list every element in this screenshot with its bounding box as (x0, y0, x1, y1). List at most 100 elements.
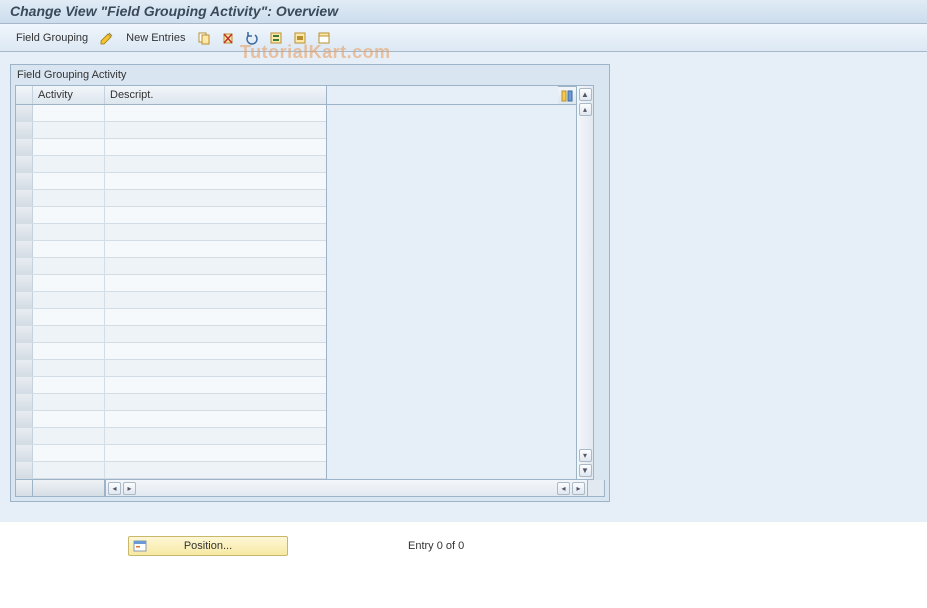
row-selector[interactable] (16, 207, 33, 223)
cell-activity[interactable] (33, 309, 105, 325)
scroll-left-step-icon[interactable]: ▸ (123, 482, 136, 495)
cell-descript[interactable] (105, 360, 326, 376)
scroll-right-icon[interactable]: ▸ (572, 482, 585, 495)
cell-activity[interactable] (33, 292, 105, 308)
row-selector[interactable] (16, 105, 33, 121)
row-selector[interactable] (16, 173, 33, 189)
field-grouping-button[interactable]: Field Grouping (12, 32, 92, 44)
cell-activity[interactable] (33, 411, 105, 427)
table-row[interactable] (16, 360, 326, 377)
undo-icon[interactable] (243, 29, 261, 47)
column-descript[interactable]: Descript. (105, 86, 326, 104)
position-button[interactable]: Position... (128, 536, 288, 556)
cell-descript[interactable] (105, 462, 326, 478)
row-selector[interactable] (16, 156, 33, 172)
row-selector[interactable] (16, 411, 33, 427)
table-row[interactable] (16, 445, 326, 462)
cell-descript[interactable] (105, 241, 326, 257)
table-row[interactable] (16, 139, 326, 156)
copy-icon[interactable] (195, 29, 213, 47)
select-all-icon[interactable] (267, 29, 285, 47)
cell-descript[interactable] (105, 105, 326, 121)
row-selector[interactable] (16, 275, 33, 291)
scroll-down-step-icon[interactable]: ▾ (579, 449, 592, 462)
row-selector[interactable] (16, 326, 33, 342)
cell-activity[interactable] (33, 173, 105, 189)
table-row[interactable] (16, 241, 326, 258)
cell-activity[interactable] (33, 207, 105, 223)
cell-activity[interactable] (33, 190, 105, 206)
cell-activity[interactable] (33, 139, 105, 155)
row-selector[interactable] (16, 428, 33, 444)
column-activity[interactable]: Activity (33, 86, 105, 104)
cell-activity[interactable] (33, 462, 105, 478)
cell-descript[interactable] (105, 173, 326, 189)
cell-activity[interactable] (33, 105, 105, 121)
table-row[interactable] (16, 462, 326, 479)
table-row[interactable] (16, 207, 326, 224)
cell-descript[interactable] (105, 343, 326, 359)
row-selector[interactable] (16, 394, 33, 410)
cell-descript[interactable] (105, 139, 326, 155)
cell-descript[interactable] (105, 292, 326, 308)
cell-activity[interactable] (33, 156, 105, 172)
cell-descript[interactable] (105, 122, 326, 138)
scroll-right-step-icon[interactable]: ◂ (557, 482, 570, 495)
cell-activity[interactable] (33, 445, 105, 461)
cell-descript[interactable] (105, 156, 326, 172)
cell-activity[interactable] (33, 241, 105, 257)
cell-activity[interactable] (33, 377, 105, 393)
table-row[interactable] (16, 122, 326, 139)
cell-descript[interactable] (105, 411, 326, 427)
row-selector-header[interactable] (16, 86, 33, 104)
cell-descript[interactable] (105, 377, 326, 393)
delete-icon[interactable] (219, 29, 237, 47)
row-selector[interactable] (16, 343, 33, 359)
table-row[interactable] (16, 394, 326, 411)
row-selector[interactable] (16, 360, 33, 376)
table-row[interactable] (16, 156, 326, 173)
scroll-left-icon[interactable]: ◂ (108, 482, 121, 495)
row-selector[interactable] (16, 224, 33, 240)
new-entries-button[interactable]: New Entries (122, 32, 189, 44)
cell-descript[interactable] (105, 326, 326, 342)
cell-activity[interactable] (33, 428, 105, 444)
table-row[interactable] (16, 292, 326, 309)
table-row[interactable] (16, 377, 326, 394)
vertical-scrollbar[interactable]: ▲ ▴ ▾ ▼ (577, 85, 594, 480)
row-selector[interactable] (16, 309, 33, 325)
cell-descript[interactable] (105, 309, 326, 325)
cell-activity[interactable] (33, 394, 105, 410)
row-selector[interactable] (16, 241, 33, 257)
table-row[interactable] (16, 326, 326, 343)
cell-activity[interactable] (33, 343, 105, 359)
table-row[interactable] (16, 258, 326, 275)
row-selector[interactable] (16, 445, 33, 461)
table-row[interactable] (16, 173, 326, 190)
table-row[interactable] (16, 343, 326, 360)
row-selector[interactable] (16, 190, 33, 206)
scroll-down-icon[interactable]: ▼ (579, 464, 592, 477)
configure-columns-icon[interactable] (558, 86, 576, 105)
table-row[interactable] (16, 411, 326, 428)
row-selector[interactable] (16, 122, 33, 138)
table-row[interactable] (16, 428, 326, 445)
cell-descript[interactable] (105, 428, 326, 444)
cell-descript[interactable] (105, 207, 326, 223)
row-selector[interactable] (16, 258, 33, 274)
deselect-all-icon[interactable] (315, 29, 333, 47)
cell-activity[interactable] (33, 360, 105, 376)
table-row[interactable] (16, 224, 326, 241)
cell-descript[interactable] (105, 394, 326, 410)
scroll-up-icon[interactable]: ▲ (579, 88, 592, 101)
table-row[interactable] (16, 190, 326, 207)
row-selector[interactable] (16, 139, 33, 155)
cell-activity[interactable] (33, 122, 105, 138)
cell-descript[interactable] (105, 190, 326, 206)
cell-activity[interactable] (33, 224, 105, 240)
row-selector[interactable] (16, 377, 33, 393)
table-row[interactable] (16, 275, 326, 292)
cell-activity[interactable] (33, 326, 105, 342)
select-block-icon[interactable] (291, 29, 309, 47)
row-selector[interactable] (16, 462, 33, 478)
